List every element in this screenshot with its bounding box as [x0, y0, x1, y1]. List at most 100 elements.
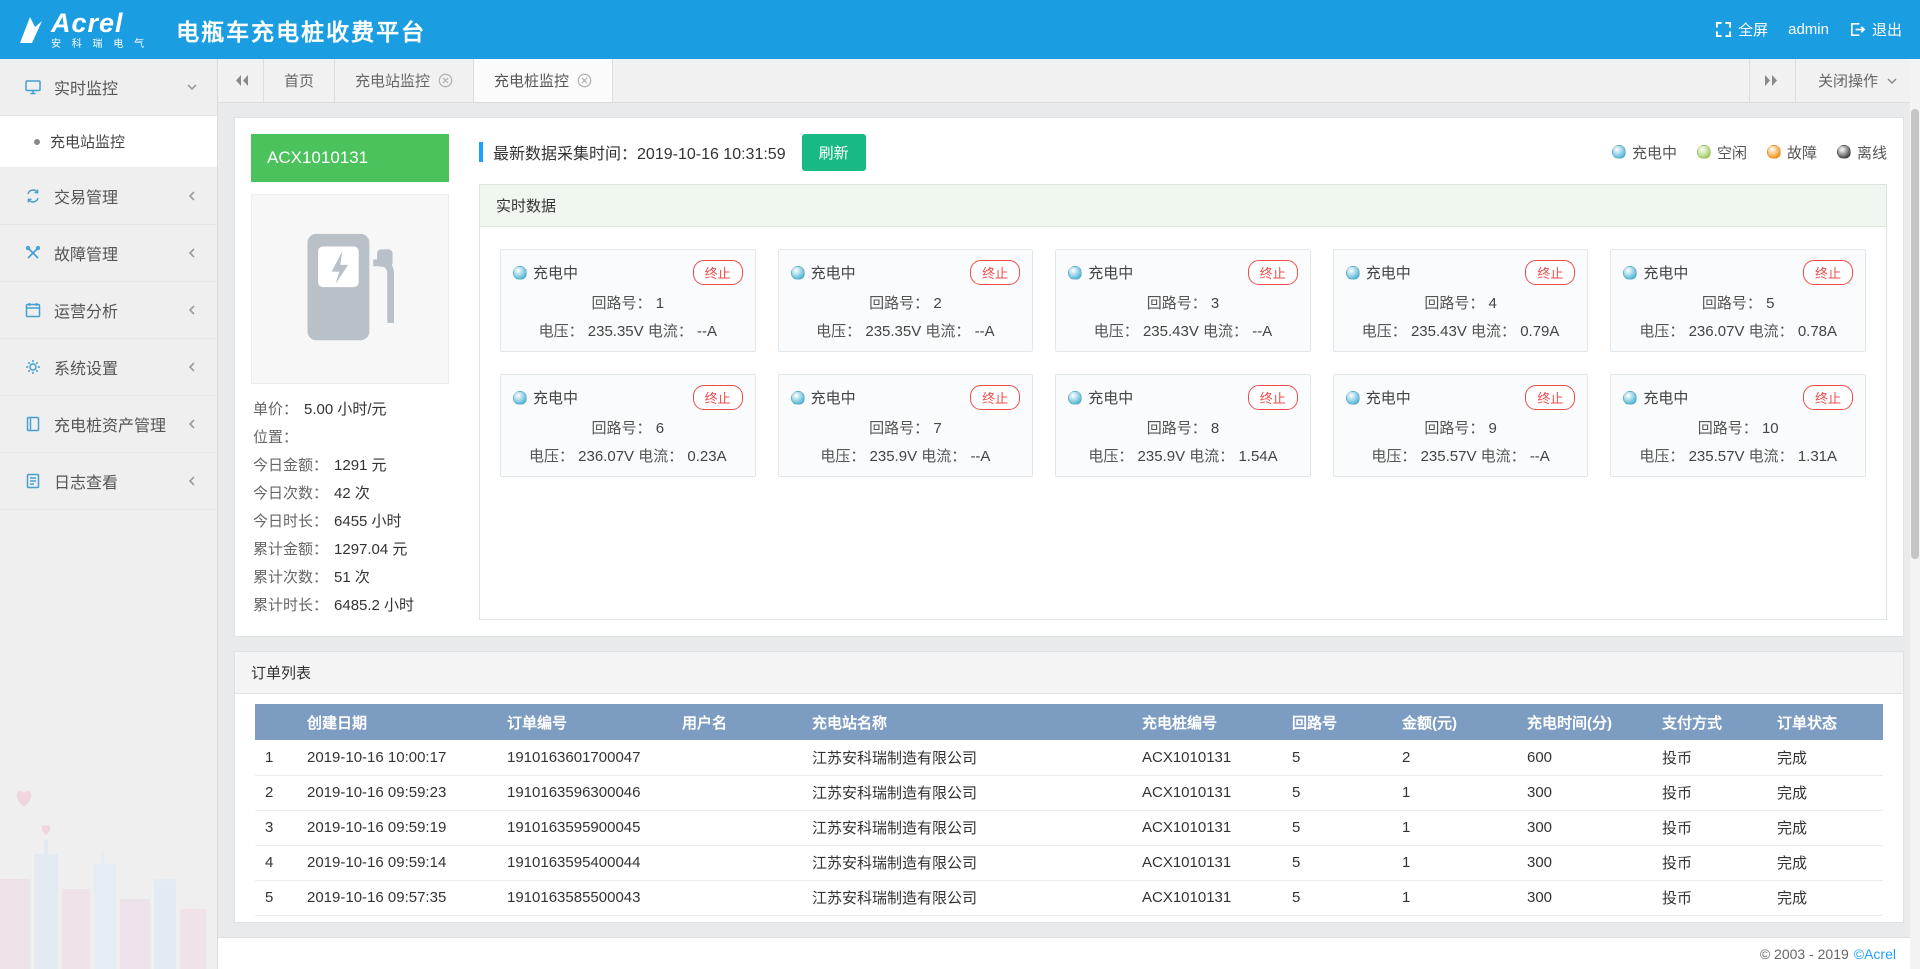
voltage-label: 电压：: [539, 323, 584, 340]
circuit-number-label: 回路号：: [592, 295, 652, 312]
cell-amount: 1: [1392, 845, 1517, 880]
voltage-label: 电压：: [1639, 448, 1684, 465]
pile-id: ACX1010131: [251, 134, 449, 182]
chevron-left-icon: [185, 246, 199, 260]
stop-charging-button[interactable]: 终止: [970, 385, 1020, 410]
pile-summary-card: ACX1010131: [251, 134, 449, 620]
cell-order-number: 1910163595400044: [497, 845, 672, 880]
current-label: 电流：: [1189, 448, 1234, 465]
footer: © 2003 - 2019 ©Acrel: [218, 937, 1920, 969]
circuit-card: 充电中 终止 回路号： 9: [1333, 374, 1589, 477]
chevron-left-icon: [185, 360, 199, 374]
sidebar-item-station-monitor[interactable]: 充电站监控: [0, 116, 217, 168]
logout-icon: [1849, 21, 1866, 38]
order-table: 创建日期 订单编号 用户名 充电站名称 充电桩编号: [255, 704, 1883, 916]
gear-icon: [24, 358, 42, 376]
stop-charging-button[interactable]: 终止: [693, 260, 743, 285]
tab-home[interactable]: 首页: [264, 59, 335, 102]
refresh-button[interactable]: 刷新: [802, 134, 866, 171]
voltage-label: 电压：: [1094, 323, 1139, 340]
current-value: --A: [1252, 323, 1272, 340]
sidebar-item-realtime-monitor[interactable]: 实时监控: [0, 59, 217, 116]
sidebar-item-operation-analysis[interactable]: 运营分析: [0, 282, 217, 339]
current-label: 电流：: [1749, 448, 1794, 465]
column-header: 回路号: [1282, 704, 1392, 740]
stat-value: 1297.04 元: [334, 541, 407, 558]
close-icon[interactable]: [438, 73, 453, 88]
legend-label: 空闲: [1717, 142, 1747, 163]
stop-charging-button[interactable]: 终止: [693, 385, 743, 410]
row-index: 5: [255, 880, 297, 915]
stop-charging-button[interactable]: 终止: [1803, 260, 1853, 285]
current-label: 电流：: [638, 448, 683, 465]
close-icon[interactable]: [577, 73, 592, 88]
sidebar: 实时监控 充电站监控 交易管理: [0, 59, 218, 969]
legend-label: 故障: [1787, 142, 1817, 163]
stop-charging-button[interactable]: 终止: [1248, 260, 1298, 285]
stop-charging-button[interactable]: 终止: [970, 260, 1020, 285]
cell-charge-minutes: 300: [1517, 810, 1652, 845]
close-operations-button[interactable]: 关闭操作: [1795, 59, 1920, 102]
copyright-text: © 2003 - 2019: [1760, 946, 1849, 962]
circuit-number-value: 7: [933, 420, 941, 437]
charging-status-icon: [791, 266, 805, 280]
pile-stat-row: 累计时长：6485.2 小时: [253, 592, 447, 620]
circuit-status: 充电中: [1088, 262, 1133, 283]
sidebar-item-fault-management[interactable]: 故障管理: [0, 225, 217, 282]
cell-username: [672, 880, 802, 915]
voltage-value: 236.07V: [1689, 323, 1745, 340]
circuit-status: 充电中: [533, 262, 578, 283]
pile-monitor-panel: ACX1010131: [234, 117, 1904, 637]
stop-charging-button[interactable]: 终止: [1525, 260, 1575, 285]
scroll-tabs-right-button[interactable]: [1749, 59, 1795, 102]
charging-pile-icon: [292, 226, 408, 352]
voltage-value: 235.9V: [870, 448, 918, 465]
current-label: 电流：: [1203, 323, 1248, 340]
circuit-number-value: 10: [1762, 420, 1779, 437]
vertical-scrollbar[interactable]: [1910, 59, 1920, 969]
order-list-title: 订单列表: [235, 652, 1903, 694]
pile-stat-row: 累计金额：1297.04 元: [253, 536, 447, 564]
current-value: 1.31A: [1798, 448, 1837, 465]
fullscreen-button[interactable]: 全屏: [1715, 19, 1768, 40]
sidebar-item-system-settings[interactable]: 系统设置: [0, 339, 217, 396]
sidebar-item-transaction-management[interactable]: 交易管理: [0, 168, 217, 225]
circuit-card: 充电中 终止 回路号： 4: [1333, 249, 1589, 352]
stop-charging-button[interactable]: 终止: [1525, 385, 1575, 410]
tab-station-monitor[interactable]: 充电站监控: [335, 59, 474, 102]
current-label: 电流：: [1471, 323, 1516, 340]
tab-pile-monitor[interactable]: 充电桩监控: [474, 59, 613, 102]
order-table-row: 1 2019-10-16 10:00:17 1910163601700047 江…: [255, 740, 1883, 775]
user-menu[interactable]: admin: [1788, 21, 1829, 38]
cell-order-number: 1910163596300046: [497, 775, 672, 810]
scrollbar-thumb[interactable]: [1911, 109, 1919, 559]
charging-status-icon: [1346, 266, 1360, 280]
cell-charge-minutes: 300: [1517, 775, 1652, 810]
voltage-label: 电压：: [1371, 448, 1416, 465]
acrel-link[interactable]: ©Acrel: [1854, 946, 1896, 962]
pile-stats-list: 单价：5.00 小时/元 位置： 今日金额：1291 元: [251, 396, 449, 620]
cell-amount: 1: [1392, 810, 1517, 845]
stop-charging-button[interactable]: 终止: [1248, 385, 1298, 410]
fullscreen-icon: [1715, 21, 1732, 38]
cell-username: [672, 810, 802, 845]
charging-status-icon: [513, 266, 527, 280]
circuit-card: 充电中 终止 回路号： 1: [500, 249, 756, 352]
sidebar-item-log-view[interactable]: 日志查看: [0, 453, 217, 510]
cell-username: [672, 845, 802, 880]
stat-value: 6455 小时: [334, 513, 402, 530]
column-header: 用户名: [672, 704, 802, 740]
chevron-left-icon: [185, 474, 199, 488]
stat-label: 今日金额：: [253, 457, 328, 474]
legend-label: 充电中: [1632, 142, 1677, 163]
scroll-tabs-left-button[interactable]: [218, 59, 264, 102]
cell-create-date: 2019-10-16 10:00:17: [297, 740, 497, 775]
sidebar-item-pile-asset-management[interactable]: 充电桩资产管理: [0, 396, 217, 453]
logout-button[interactable]: 退出: [1849, 19, 1902, 40]
pile-stat-row: 今日时长：6455 小时: [253, 508, 447, 536]
circuit-number-value: 2: [933, 295, 941, 312]
monitor-icon: [24, 78, 42, 96]
circuit-number-value: 6: [656, 420, 664, 437]
stop-charging-button[interactable]: 终止: [1803, 385, 1853, 410]
stat-label: 位置：: [253, 429, 298, 446]
